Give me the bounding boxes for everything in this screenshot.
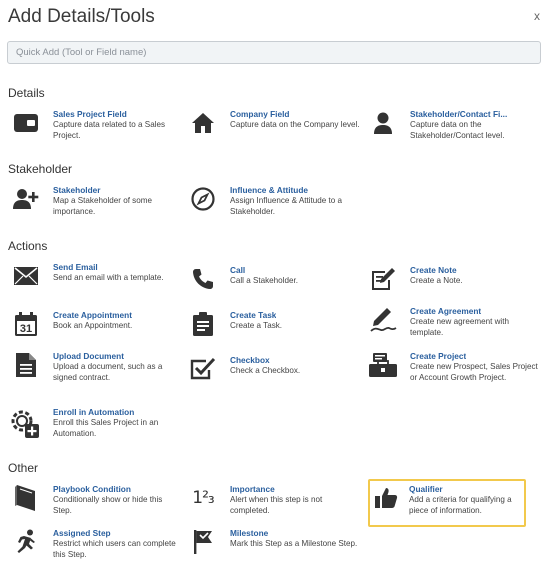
tool-description: Alert when this step is not completed.	[230, 495, 323, 515]
quick-add-search-input[interactable]	[7, 41, 541, 64]
tool-playbook-condition[interactable]: Playbook Condition Conditionally show or…	[12, 484, 177, 524]
tool-upload-document[interactable]: Upload Document Upload a document, such …	[12, 351, 177, 391]
numbers-icon: 1²₃	[192, 488, 214, 508]
tool-name: Call	[230, 265, 246, 275]
book-icon	[12, 484, 40, 512]
tool-name: Enroll in Automation	[53, 407, 135, 417]
compass-icon	[189, 185, 217, 213]
briefcase-icon	[369, 351, 397, 379]
tool-sales-project-field[interactable]: Sales Project Field Capture data related…	[12, 109, 177, 149]
tool-description: Create new agreement with template.	[410, 317, 509, 337]
tool-name: Qualifier	[409, 484, 443, 494]
envelope-icon	[12, 262, 40, 290]
tool-description: Capture data on the Stakeholder/Contact …	[410, 120, 505, 140]
add-user-icon	[12, 185, 40, 213]
tool-name: Importance	[230, 484, 275, 494]
tool-milestone[interactable]: Milestone Mark this Step as a Milestone …	[189, 528, 357, 568]
tool-description: Capture data on the Company level.	[230, 120, 360, 129]
close-icon[interactable]: x	[534, 9, 540, 23]
automation-gear-icon	[8, 407, 40, 439]
section-title-stakeholder: Stakeholder	[8, 162, 73, 176]
tool-create-agreement[interactable]: Create Agreement Create new agreement wi…	[369, 306, 534, 346]
signature-icon	[369, 306, 397, 334]
section-title-details: Details	[8, 86, 45, 100]
tool-name: Influence & Attitude	[230, 185, 309, 195]
field-card-icon	[12, 109, 40, 137]
tool-name: Create Project	[410, 351, 467, 361]
tool-name: Create Note	[410, 265, 457, 275]
tool-name: Stakeholder/Contact Fi...	[410, 109, 508, 119]
running-person-icon	[12, 528, 40, 556]
tool-description: Upload a document, such as a signed cont…	[53, 362, 163, 382]
tool-description: Enroll this Sales Project in an Automati…	[53, 418, 159, 438]
tool-name: Create Appointment	[53, 310, 132, 320]
tool-description: Check a Checkbox.	[230, 366, 301, 375]
person-icon	[369, 109, 397, 137]
document-icon	[12, 351, 40, 379]
tool-create-task[interactable]: Create Task Create a Task.	[189, 310, 354, 350]
tool-description: Call a Stakeholder.	[230, 276, 298, 285]
tool-create-appointment[interactable]: 31 Create Appointment Book an Appointmen…	[12, 310, 177, 350]
tool-stakeholder[interactable]: Stakeholder Map a Stakeholder of some im…	[12, 185, 177, 225]
tool-stakeholder-contact-field[interactable]: Stakeholder/Contact Fi... Capture data o…	[369, 109, 534, 149]
section-title-actions: Actions	[8, 239, 48, 253]
dialog-title: Add Details/Tools	[8, 6, 155, 27]
tool-name: Assigned Step	[53, 528, 111, 538]
tool-create-note[interactable]: Create Note Create a Note.	[369, 265, 534, 305]
tool-name: Sales Project Field	[53, 109, 127, 119]
tool-description: Add a criteria for qualifying a piece of…	[409, 495, 512, 515]
tool-company-field[interactable]: Company Field Capture data on the Compan…	[189, 109, 360, 149]
tool-enroll-in-automation[interactable]: Enroll in Automation Enroll this Sales P…	[8, 407, 173, 447]
tool-name: Checkbox	[230, 355, 270, 365]
tool-description: Mark this Step as a Milestone Step.	[230, 539, 358, 548]
tool-importance[interactable]: 1²₃ Importance Alert when this step is n…	[189, 484, 354, 524]
tool-description: Restrict which users can complete this S…	[53, 539, 176, 559]
tool-name: Playbook Condition	[53, 484, 131, 494]
tool-name: Company Field	[230, 109, 290, 119]
tool-name: Create Agreement	[410, 306, 482, 316]
tool-name: Send Email	[53, 262, 98, 272]
tool-description: Send an email with a template.	[53, 273, 164, 282]
tool-description: Create a Note.	[410, 276, 463, 285]
tool-checkbox[interactable]: Checkbox Check a Checkbox.	[189, 355, 354, 395]
section-title-other: Other	[8, 461, 39, 475]
home-icon	[189, 109, 217, 137]
flag-icon	[189, 528, 217, 556]
tool-description: Create new Prospect, Sales Project or Ac…	[410, 362, 538, 382]
tool-description: Assign Influence & Attitude to a Stakeho…	[230, 196, 343, 216]
tool-description: Create a Task.	[230, 321, 283, 330]
tool-create-project[interactable]: Create Project Create new Prospect, Sale…	[369, 351, 538, 399]
tool-name: Upload Document	[53, 351, 124, 361]
tool-send-email[interactable]: Send Email Send an email with a template…	[12, 262, 177, 302]
tool-qualifier[interactable]: Qualifier Add a criteria for qualifying …	[372, 484, 537, 524]
tool-description: Map a Stakeholder of some importance.	[53, 196, 152, 216]
note-edit-icon	[369, 265, 397, 293]
svg-text:31: 31	[20, 323, 32, 335]
tool-name: Create Task	[230, 310, 277, 320]
checkbox-icon	[189, 355, 217, 383]
calendar-icon: 31	[12, 310, 40, 338]
tool-name: Stakeholder	[53, 185, 101, 195]
tool-call[interactable]: Call Call a Stakeholder.	[189, 265, 354, 305]
tool-name: Milestone	[230, 528, 269, 538]
thumbs-up-icon	[372, 484, 400, 512]
tool-description: Capture data related to a Sales Project.	[53, 120, 166, 140]
tool-description: Book an Appointment.	[53, 321, 133, 330]
clipboard-icon	[189, 310, 217, 338]
tool-influence-attitude[interactable]: Influence & Attitude Assign Influence & …	[189, 185, 354, 225]
tool-description: Conditionally show or hide this Step.	[53, 495, 163, 515]
phone-icon	[189, 265, 217, 293]
tool-assigned-step[interactable]: Assigned Step Restrict which users can c…	[12, 528, 177, 568]
